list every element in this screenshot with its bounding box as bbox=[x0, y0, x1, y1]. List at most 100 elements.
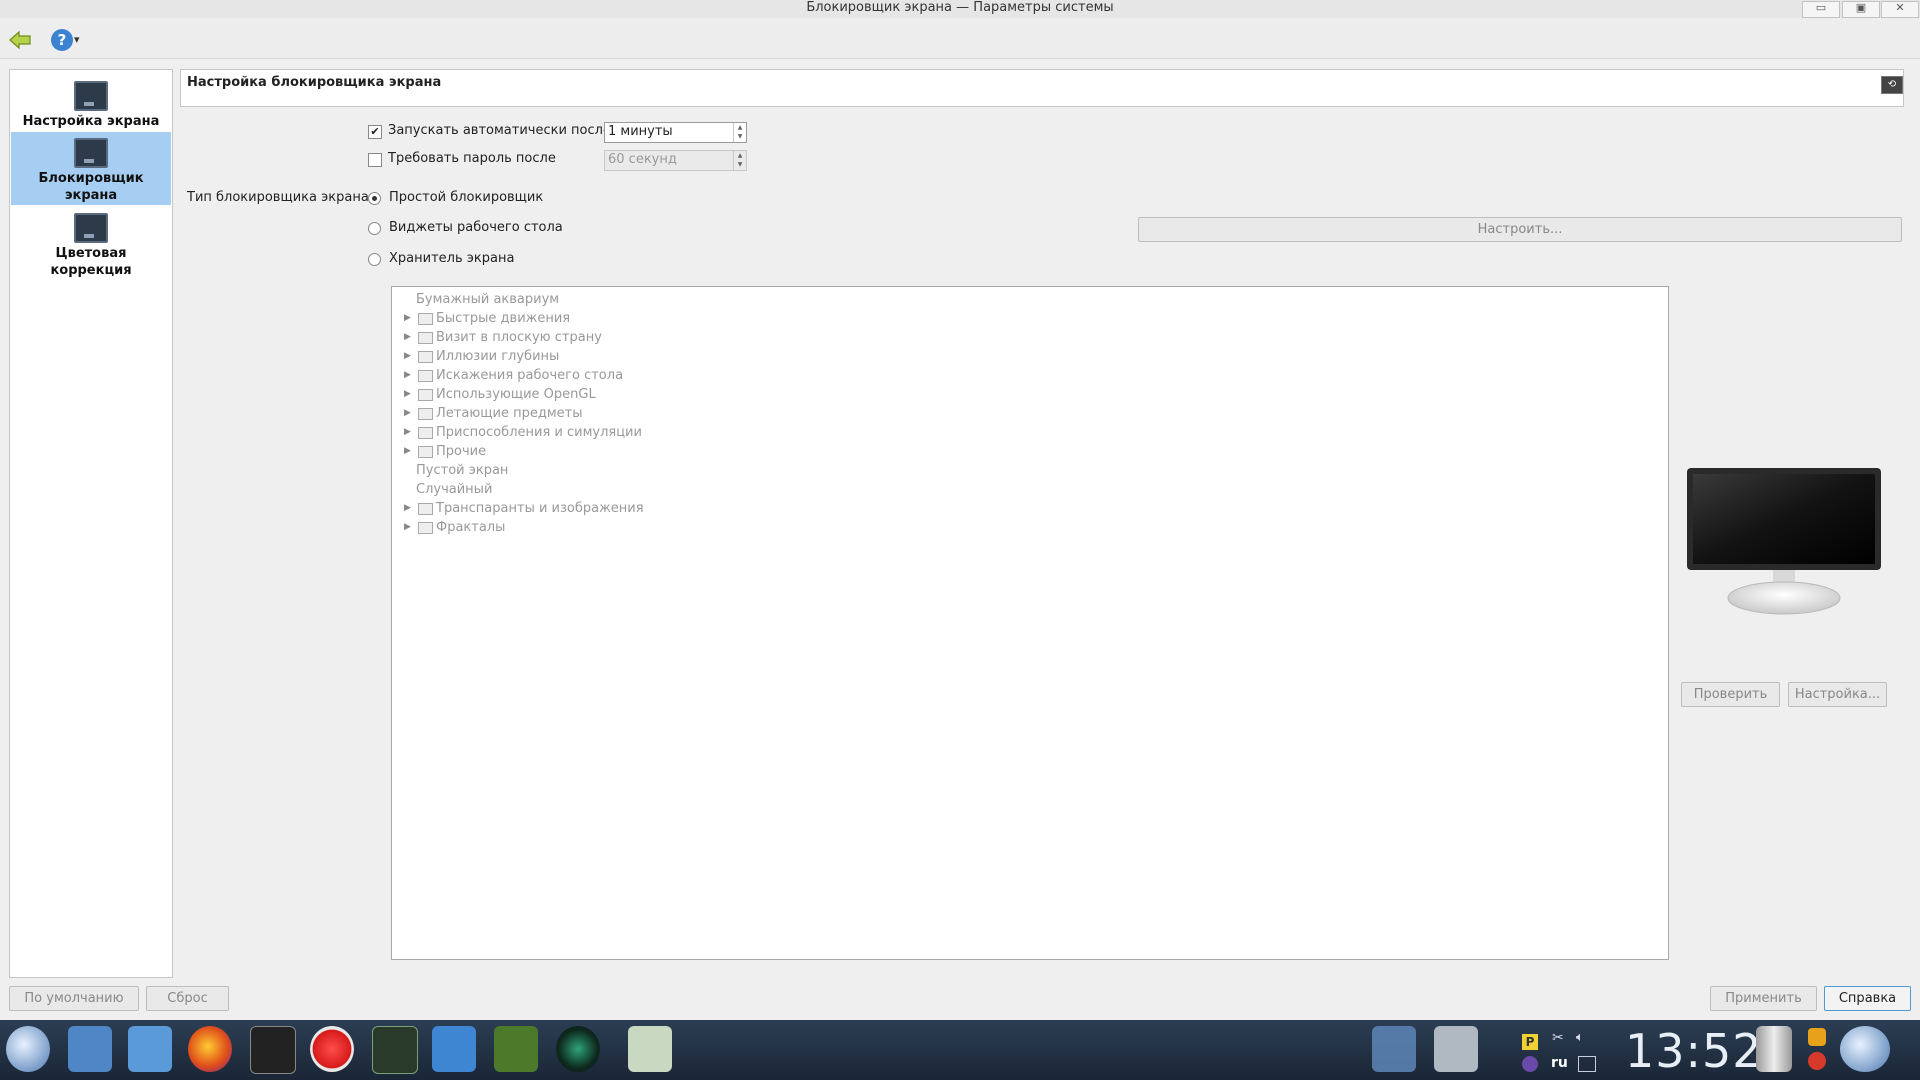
settings-gear-icon[interactable] bbox=[1434, 1026, 1478, 1072]
window-title: Блокировщик экрана — Параметры системы bbox=[806, 0, 1114, 15]
minimize-button[interactable]: ▭ bbox=[1802, 1, 1840, 18]
radio-widgets-label: Виджеты рабочего стола bbox=[389, 220, 563, 235]
auto-start-checkbox[interactable]: ✔ bbox=[368, 125, 382, 139]
text-editor-icon[interactable] bbox=[128, 1026, 172, 1072]
folder-icon bbox=[418, 427, 433, 439]
lock-screen-icon[interactable] bbox=[1808, 1028, 1826, 1046]
back-arrow-icon[interactable] bbox=[8, 30, 32, 50]
sidebar-item-screenlocker[interactable]: Блокировщик экрана bbox=[11, 132, 171, 205]
radio-simple-locker[interactable] bbox=[368, 192, 381, 205]
tree-item-label: Прочие bbox=[436, 444, 487, 459]
spin-arrows-icon[interactable]: ▲ ▼ bbox=[733, 151, 746, 170]
firefox-icon[interactable] bbox=[188, 1026, 232, 1072]
screenlocker-icon bbox=[74, 138, 108, 168]
expand-arrow-icon[interactable]: ▶ bbox=[404, 499, 411, 518]
password-checkbox[interactable] bbox=[368, 153, 382, 167]
folder-icon bbox=[418, 503, 433, 515]
monitor-preview-icon bbox=[1687, 468, 1881, 616]
desktop-button-icon[interactable] bbox=[1840, 1026, 1890, 1072]
power-icon[interactable] bbox=[1808, 1052, 1826, 1070]
test-button[interactable]: Проверить bbox=[1681, 682, 1780, 707]
expand-arrow-icon[interactable]: ▶ bbox=[404, 404, 411, 423]
trash-icon[interactable] bbox=[1756, 1026, 1792, 1072]
tree-item-label: Фракталы bbox=[436, 520, 506, 535]
apply-button[interactable]: Применить bbox=[1710, 986, 1817, 1011]
keyboard-layout[interactable]: ru bbox=[1551, 1055, 1568, 1071]
tree-item[interactable]: ▶ Искажения рабочего стола bbox=[404, 366, 1004, 385]
tree-item[interactable]: Бумажный аквариум bbox=[404, 290, 1004, 309]
tree-item[interactable]: ▶ Фракталы bbox=[404, 518, 1004, 537]
tree-item-label: Случайный bbox=[416, 482, 493, 497]
yandex-browser-icon[interactable] bbox=[310, 1026, 354, 1072]
locker-type-label: Тип блокировщика экрана: bbox=[187, 190, 374, 205]
auto-start-label: Запускать автоматически после bbox=[388, 123, 611, 138]
tree-item[interactable]: ▶ Транспаранты и изображения bbox=[404, 499, 1004, 518]
spin-arrows-icon[interactable]: ▲ ▼ bbox=[733, 123, 746, 142]
tray-purple-icon[interactable] bbox=[1522, 1056, 1538, 1072]
expand-arrow-icon[interactable]: ▶ bbox=[404, 328, 411, 347]
folder-icon bbox=[418, 522, 433, 534]
folder-icon bbox=[418, 389, 433, 401]
sidebar-item-label: Цветовая коррекция bbox=[50, 246, 132, 278]
tree-item-label: Визит в плоскую страну bbox=[436, 330, 602, 345]
tree-item[interactable]: ▶ Визит в плоскую страну bbox=[404, 328, 1004, 347]
tree-item[interactable]: Случайный bbox=[404, 480, 1004, 499]
camera-app-icon[interactable] bbox=[556, 1026, 600, 1072]
terminal-icon[interactable] bbox=[250, 1026, 296, 1074]
volume-icon[interactable]: 🔈︎ bbox=[1576, 1030, 1584, 1045]
configure-widgets-button[interactable]: Настроить... bbox=[1138, 217, 1902, 242]
sidebar: Настройка экрана Блокировщик экрана Цвет… bbox=[9, 69, 173, 978]
tree-item-label: Бумажный аквариум bbox=[416, 292, 560, 307]
expand-arrow-icon[interactable]: ▶ bbox=[404, 347, 411, 366]
maximize-button[interactable]: ▣ bbox=[1842, 1, 1880, 18]
tree-item[interactable]: ▶ Летающие предметы bbox=[404, 404, 1004, 423]
radio-desktop-widgets[interactable] bbox=[368, 222, 381, 235]
sidebar-item-display[interactable]: Настройка экрана bbox=[11, 75, 171, 131]
screenshot-icon[interactable] bbox=[1372, 1026, 1416, 1072]
auto-start-spinbox[interactable]: 1 минуты ▲ ▼ bbox=[604, 122, 747, 143]
expand-arrow-icon[interactable]: ▶ bbox=[404, 518, 411, 537]
expand-arrow-icon[interactable]: ▶ bbox=[404, 385, 411, 404]
help-dropdown-icon[interactable]: ▾ bbox=[74, 33, 80, 46]
radio-screensaver[interactable] bbox=[368, 253, 381, 266]
defaults-button[interactable]: По умолчанию bbox=[9, 986, 139, 1011]
expand-arrow-icon[interactable]: ▶ bbox=[404, 423, 411, 442]
sidebar-item-color-correction[interactable]: Цветовая коррекция bbox=[11, 207, 171, 279]
expand-arrow-icon[interactable]: ▶ bbox=[404, 309, 411, 328]
app-menu-icon[interactable] bbox=[6, 1026, 50, 1072]
file-manager-icon[interactable] bbox=[68, 1026, 112, 1072]
close-button[interactable]: ✕ bbox=[1881, 1, 1919, 18]
tray-p-icon[interactable]: P bbox=[1522, 1034, 1538, 1050]
page-title: Настройка блокировщика экрана bbox=[187, 75, 442, 90]
expand-arrow-icon[interactable]: ▶ bbox=[404, 442, 411, 461]
folder-icon bbox=[418, 313, 433, 325]
screensaver-tree[interactable]: Бумажный аквариум ▶ Быстрые движения ▶ Визит… bbox=[391, 286, 1669, 960]
tray-scissors-icon[interactable]: ✂ bbox=[1552, 1030, 1564, 1046]
network-icon[interactable] bbox=[1578, 1056, 1596, 1072]
sidebar-item-label: Блокировщик экрана bbox=[38, 171, 144, 203]
password-spinbox[interactable]: 60 секунд ▲ ▼ bbox=[604, 150, 747, 171]
color-correction-icon bbox=[74, 213, 108, 243]
password-value: 60 секунд bbox=[608, 152, 677, 167]
tree-item[interactable]: Пустой экран bbox=[404, 461, 1004, 480]
help-button[interactable]: Справка bbox=[1824, 986, 1911, 1011]
help-icon[interactable]: ? bbox=[51, 29, 73, 51]
tree-item[interactable]: ▶ Иллюзии глубины bbox=[404, 347, 1004, 366]
tree-item-label: Летающие предметы bbox=[436, 406, 583, 421]
activity-monitor-icon[interactable] bbox=[432, 1026, 476, 1072]
hardware-info-icon[interactable] bbox=[494, 1026, 538, 1072]
tree-item-label: Быстрые движения bbox=[436, 311, 571, 326]
tree-item[interactable]: ▶ Прочие bbox=[404, 442, 1004, 461]
reset-button[interactable]: Сброс bbox=[146, 986, 229, 1011]
tree-item-label: Иллюзии глубины bbox=[436, 349, 560, 364]
image-viewer-icon[interactable] bbox=[628, 1026, 672, 1072]
setup-button[interactable]: Настройка... bbox=[1788, 682, 1887, 707]
clock[interactable]: 13:52 bbox=[1625, 1024, 1763, 1078]
tree-item[interactable]: ▶ Приспособления и симуляции bbox=[404, 423, 1004, 442]
tree-item[interactable]: ▶ Использующие OpenGL bbox=[404, 385, 1004, 404]
tree-item[interactable]: ▶ Быстрые движения bbox=[404, 309, 1004, 328]
system-monitor-icon[interactable] bbox=[372, 1026, 418, 1074]
expand-arrow-icon[interactable]: ▶ bbox=[404, 366, 411, 385]
screen-icon: ⟲ bbox=[1881, 76, 1903, 94]
tree-item-label: Использующие OpenGL bbox=[436, 387, 596, 402]
